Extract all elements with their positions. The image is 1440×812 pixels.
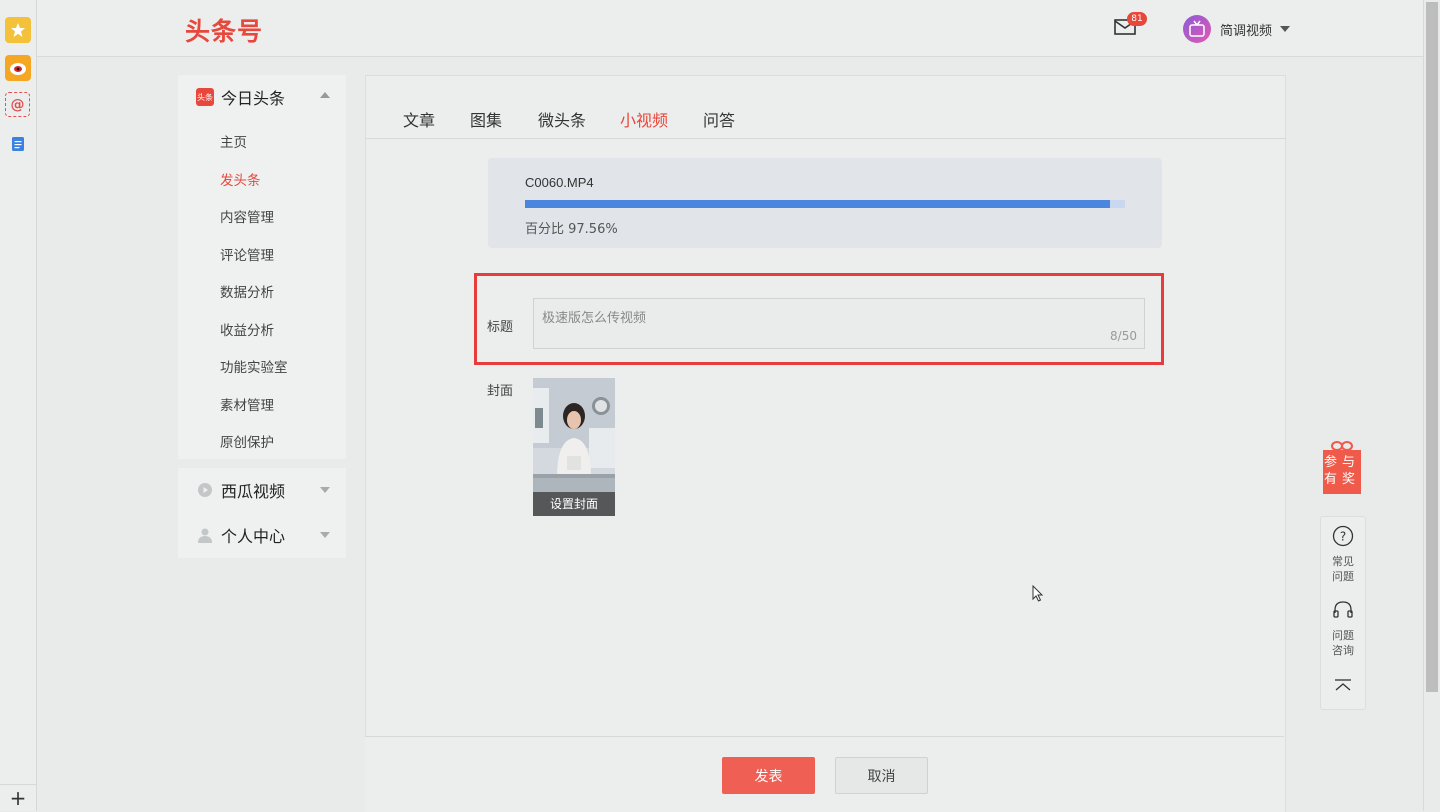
chevron-down-icon — [320, 532, 330, 538]
favorites-star-icon[interactable] — [5, 17, 31, 43]
document-icon[interactable] — [5, 131, 31, 157]
page-scrollbar[interactable] — [1423, 0, 1440, 811]
user-name: 简调视频 — [1220, 23, 1273, 39]
headset-icon — [1333, 601, 1353, 618]
progress-fill — [525, 200, 1111, 208]
sidebar-item-lab[interactable]: 功能实验室 — [220, 356, 288, 376]
tab-gallery[interactable]: 图集 — [470, 107, 502, 131]
sidebar-section-title: 西瓜视频 — [221, 482, 286, 501]
upload-progress-card: C0060.MP4 百分比 97.56% — [488, 158, 1162, 248]
sidebar-header-xigua[interactable]: 西瓜视频 — [178, 468, 346, 512]
sidebar-header-personal[interactable]: 个人中心 — [178, 513, 346, 557]
help-panel: ? 常见问题 问题咨询 — [1320, 516, 1366, 710]
tab-micro[interactable]: 微头条 — [538, 107, 586, 131]
sidebar-item-home[interactable]: 主页 — [220, 131, 247, 151]
tab-article[interactable]: 文章 — [403, 107, 435, 131]
toutiao-logo-icon: 头条 — [196, 88, 214, 106]
user-menu[interactable]: 简调视频 — [1183, 14, 1291, 44]
back-to-top-button[interactable] — [1321, 677, 1365, 696]
mail-at-icon[interactable]: @ — [5, 92, 30, 117]
user-icon — [196, 526, 214, 544]
main-panel: 文章 图集 微头条 小视频 问答 C0060.MP4 百分比 97.56% 标题… — [365, 75, 1286, 812]
cover-thumbnail[interactable]: 设置封面 — [533, 378, 615, 516]
xigua-icon — [196, 481, 214, 499]
set-cover-button[interactable]: 设置封面 — [533, 492, 615, 516]
consult-button[interactable]: 问题咨询 — [1321, 599, 1365, 658]
notification-badge: 81 — [1127, 12, 1147, 26]
title-label: 标题 — [487, 320, 514, 335]
content-type-tabs: 文章 图集 微头条 小视频 问答 — [366, 76, 1285, 139]
progress-bar — [525, 200, 1125, 208]
cancel-button[interactable]: 取消 — [835, 757, 928, 794]
chevron-down-icon — [320, 487, 330, 493]
action-footer: 发表 取消 — [365, 736, 1284, 812]
gift-text: 参与有奖 — [1323, 450, 1361, 494]
faq-label: 常见问题 — [1332, 555, 1354, 583]
cover-label: 封面 — [487, 384, 514, 399]
consult-label: 问题咨询 — [1332, 629, 1354, 657]
question-icon: ? — [1332, 525, 1354, 547]
file-name: C0060.MP4 — [525, 175, 594, 190]
sidebar-section-title: 今日头条 — [221, 89, 286, 108]
gift-promo[interactable]: 参与有奖 — [1323, 440, 1361, 494]
sidebar-item-materials[interactable]: 素材管理 — [220, 394, 274, 414]
sidebar-section-group: 西瓜视频 个人中心 — [178, 468, 346, 558]
sidebar-item-post[interactable]: 发头条 — [220, 169, 261, 189]
svg-text:?: ? — [1340, 530, 1346, 544]
weibo-icon[interactable] — [5, 55, 31, 81]
progress-percent: 百分比 97.56% — [525, 222, 618, 237]
back-to-top-icon — [1335, 679, 1351, 691]
mouse-cursor-icon — [1032, 585, 1044, 602]
top-header: 头条号 81 简调视频 — [37, 0, 1424, 57]
avatar — [1183, 15, 1211, 43]
title-char-count: 8/50 — [1110, 329, 1137, 343]
title-input[interactable]: 极速版怎么传视频 8/50 — [533, 298, 1145, 349]
scrollbar-thumb[interactable] — [1426, 2, 1438, 692]
tab-qa[interactable]: 问答 — [703, 107, 735, 131]
sidebar-item-content[interactable]: 内容管理 — [220, 206, 274, 226]
sidebar-header-toutiao[interactable]: 头条 今日头条 — [178, 75, 346, 119]
tab-short-video[interactable]: 小视频 — [620, 107, 668, 131]
sidebar-item-analytics[interactable]: 数据分析 — [220, 281, 274, 301]
sidebar-item-originality[interactable]: 原创保护 — [220, 431, 274, 451]
browser-sidebar: @ + — [0, 0, 37, 811]
chevron-up-icon — [320, 92, 330, 98]
sidebar-section-title: 个人中心 — [221, 527, 286, 546]
publish-button[interactable]: 发表 — [722, 757, 815, 794]
sidebar-section-toutiao: 头条 今日头条 主页 发头条 内容管理 评论管理 数据分析 收益分析 功能实验室… — [178, 75, 346, 459]
chevron-down-icon — [1280, 26, 1291, 32]
sidebar-item-revenue[interactable]: 收益分析 — [220, 319, 274, 339]
title-input-value: 极速版怎么传视频 — [542, 311, 647, 326]
faq-button[interactable]: ? 常见问题 — [1321, 525, 1365, 584]
add-icon[interactable]: + — [0, 784, 36, 811]
sidebar-item-comments[interactable]: 评论管理 — [220, 244, 274, 264]
brand-logo[interactable]: 头条号 — [185, 12, 263, 48]
